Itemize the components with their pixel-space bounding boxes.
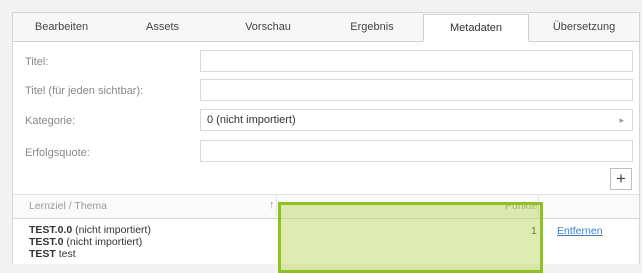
sort-icon[interactable]: ↑ bbox=[269, 195, 275, 216]
remove-link[interactable]: Entfernen bbox=[557, 225, 603, 237]
metadata-panel: Bearbeiten Assets Vorschau Ergebnis Meta… bbox=[12, 12, 640, 273]
highlight-box bbox=[278, 202, 543, 273]
category-select[interactable]: 0 (nicht importiert) ▸ bbox=[200, 109, 633, 131]
tab-assets[interactable]: Assets bbox=[110, 13, 215, 41]
success-rate-label: Erfolgsquote: bbox=[25, 147, 90, 159]
add-topic-button[interactable]: + bbox=[610, 168, 632, 190]
category-selected-value: 0 (nicht importiert) bbox=[207, 114, 296, 126]
title-visible-label: Titel (für jeden sichtbar): bbox=[25, 85, 144, 97]
success-rate-field[interactable] bbox=[200, 140, 633, 162]
tab-metadata[interactable]: Metadaten bbox=[423, 14, 529, 42]
title-label: Titel: bbox=[25, 56, 49, 68]
tab-bar: Bearbeiten Assets Vorschau Ergebnis Meta… bbox=[13, 13, 639, 42]
column-header-topic[interactable]: Lernziel / Thema bbox=[29, 195, 107, 218]
tab-edit[interactable]: Bearbeiten bbox=[13, 13, 110, 41]
title-field[interactable] bbox=[200, 50, 633, 72]
topic-line: TEST.0 (nicht importiert) bbox=[29, 236, 143, 248]
topic-line: TEST.0.0 (nicht importiert) bbox=[29, 224, 151, 236]
topic-line: TEST test bbox=[29, 248, 76, 260]
chevron-right-icon: ▸ bbox=[619, 115, 624, 125]
tab-preview[interactable]: Vorschau bbox=[215, 13, 321, 41]
category-label: Kategorie: bbox=[25, 115, 76, 127]
tab-translation[interactable]: Übersetzung bbox=[529, 13, 639, 41]
title-visible-field[interactable] bbox=[200, 79, 633, 101]
column-divider bbox=[276, 195, 277, 217]
tab-result[interactable]: Ergebnis bbox=[321, 13, 423, 41]
